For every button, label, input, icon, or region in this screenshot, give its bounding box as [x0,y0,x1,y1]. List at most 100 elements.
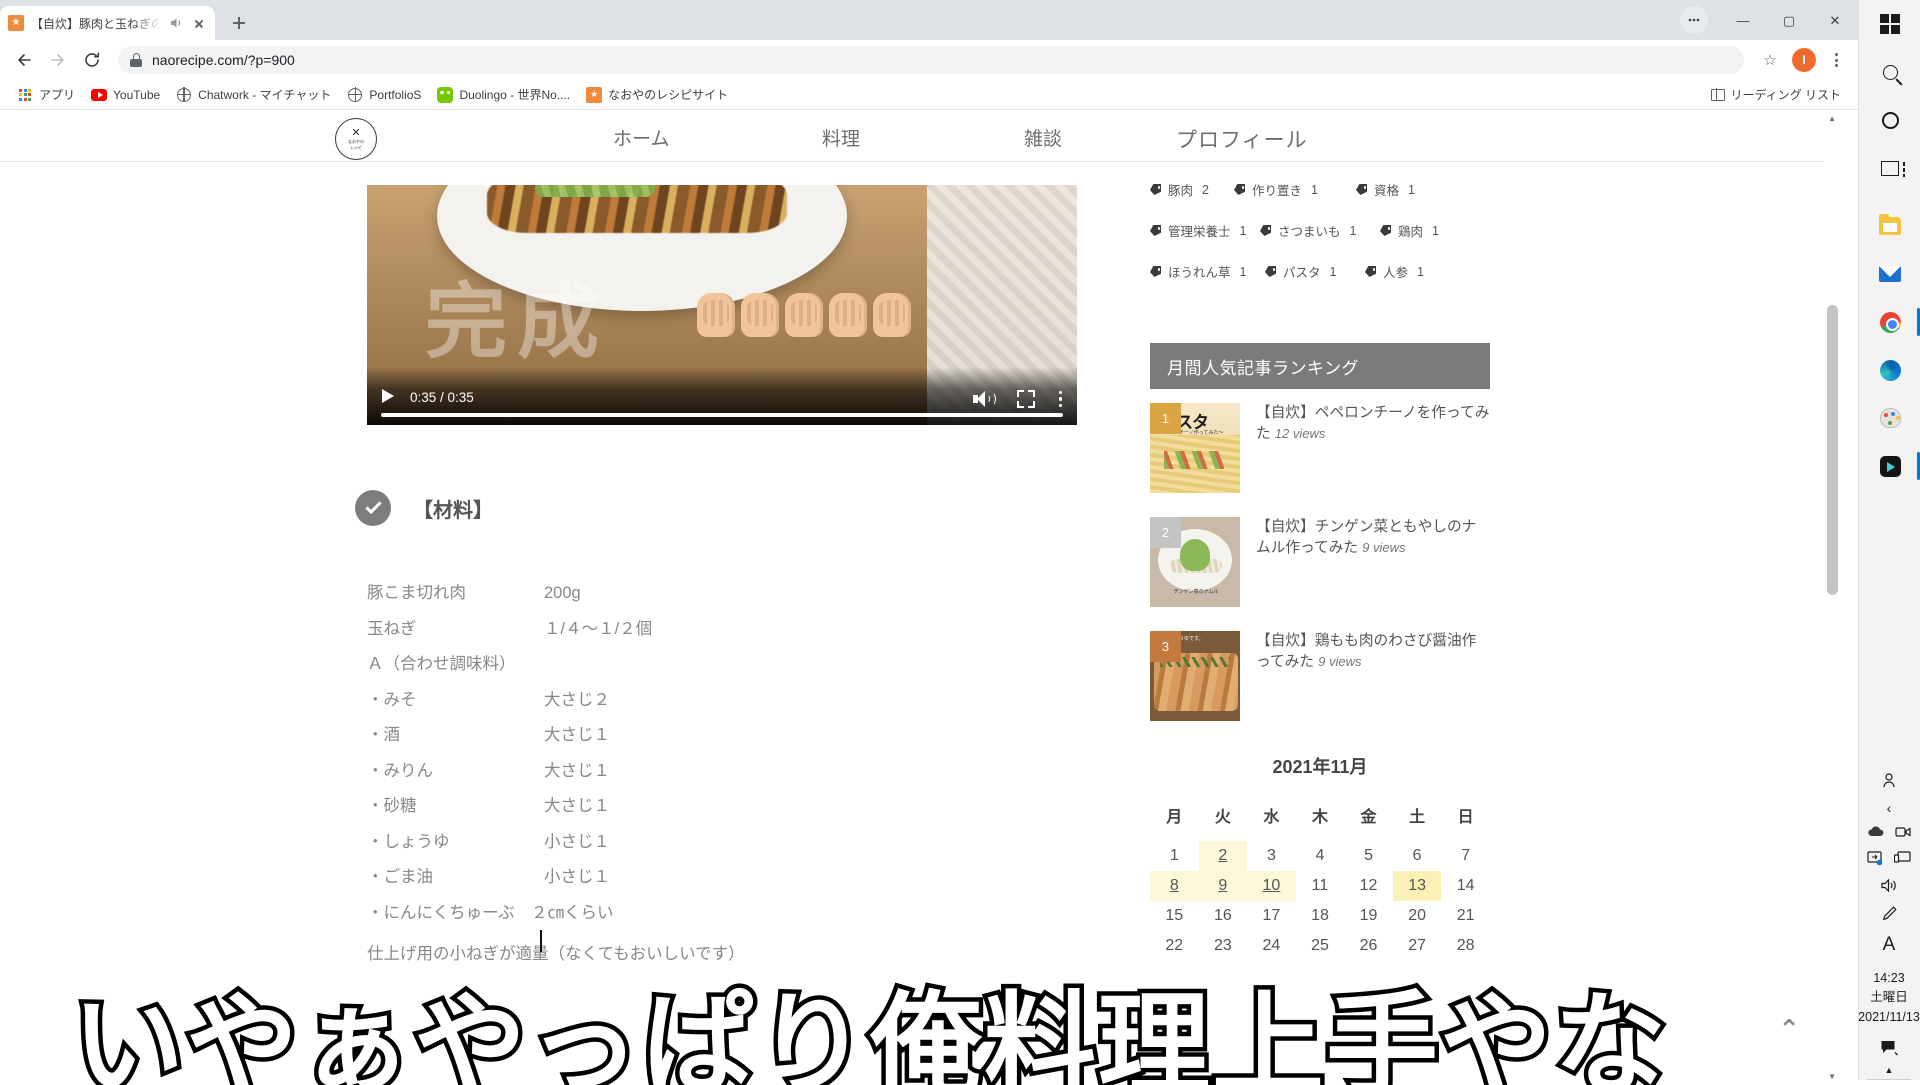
bookmark-star-button[interactable]: ☆ [1754,44,1786,76]
tag-icon [1150,266,1163,277]
ingredients-list: 豚こま切れ肉 200g 玉ねぎ １/４〜１/２個 Ａ（合わせ調味料） ・みそ 大… [367,585,987,964]
reload-button[interactable] [76,44,108,76]
calendar-weekday-row: 月 火 水 木 金 土 日 [1150,797,1490,841]
page-scrollbar-thumb[interactable] [1827,305,1838,595]
bookmark-chatwork[interactable]: Chatwork - マイチャット [169,82,338,107]
tab-audio-icon[interactable] [168,15,184,31]
calendar-day-link[interactable]: 8 [1150,871,1199,901]
start-button[interactable] [1859,0,1920,48]
video-player[interactable]: 完成 0:35 / 0:35 [367,185,1077,425]
browser-menu-button[interactable] [1822,46,1850,74]
ingredient-row: ・しょうゆ 小さじ１ [367,833,987,851]
browser-more-button[interactable] [1674,4,1720,36]
volume-icon[interactable] [1880,878,1899,895]
pen-icon[interactable] [1881,905,1898,924]
bookmark-youtube[interactable]: YouTube [84,83,167,107]
tag-item[interactable]: さつまいも 1 [1260,221,1380,240]
back-button[interactable] [8,44,40,76]
notifications-button[interactable] [1858,1033,1920,1065]
nav-item-ryori[interactable]: 料理 [822,124,860,151]
play-icon[interactable] [382,389,394,403]
calendar-day-link[interactable]: 2 [1198,841,1248,871]
address-bar[interactable]: naorecipe.com/?p=900 [118,46,1744,74]
page-sidebar: 豚肉 2 作り置き 1 資格 1 管理栄養士 1 さつまいも 1 鶏肉 1 ほうれん草 1 パ… [1150,174,1490,961]
tag-item[interactable]: 作り置き 1 [1234,180,1356,199]
ingredient-row: ・酒 大さじ１ [367,727,987,744]
ranking-item[interactable]: 鶏わさしょうゆです。 3 【自炊】鶏もも肉のわさび醤油作ってみた 9 views [1150,631,1490,721]
ranking-title[interactable]: 【自炊】チンゲン菜ともやしのナムル作ってみた 9 views [1256,517,1490,607]
calendar-week-row: 22 23 24 25 26 27 28 [1150,931,1490,961]
new-tab-button[interactable] [225,9,253,37]
scroll-to-top-button[interactable]: ⌃ [1778,1014,1800,1045]
chevron-left-icon[interactable]: ‹ [1887,801,1892,815]
mail-app-button[interactable] [1859,250,1920,298]
tag-item[interactable]: パスタ 1 [1265,262,1365,281]
calendar-day-link[interactable]: 10 [1247,871,1296,901]
fullscreen-icon[interactable] [1017,390,1035,408]
ingredient-row: ・みそ 大さじ２ [367,691,987,709]
calendar-day: 22 [1165,937,1184,954]
minimize-button[interactable]: — [1720,4,1766,36]
bookmark-apps[interactable]: アプリ [10,82,82,107]
ranking-item[interactable]: チンゲン菜のナムル 2 【自炊】チンゲン菜ともやしのナムル作ってみた 9 vie… [1150,517,1490,607]
video-more-icon[interactable] [1059,390,1063,408]
tab-strip: ★ 【自炊】豚肉と玉ねぎのみそ炒め — ▢ ✕ [0,0,1858,40]
tag-item[interactable]: 豚肉 2 [1150,180,1234,199]
close-window-button[interactable]: ✕ [1812,4,1858,36]
tag-item[interactable]: ほうれん草 1 [1150,262,1265,281]
tag-icon [1260,225,1273,236]
tab-close-icon[interactable] [191,15,207,31]
bookmark-label: Chatwork - マイチャット [198,88,332,102]
camera-icon[interactable] [1895,825,1911,841]
file-explorer-button[interactable] [1859,202,1920,250]
forward-button[interactable] [42,44,74,76]
ranking-views: 12 views [1274,426,1326,442]
namul-thumbnail: チンゲン菜のナムル 2 [1150,517,1240,607]
volume-icon[interactable] [973,390,996,408]
reading-list-button[interactable]: リーディング リスト [1704,82,1849,107]
cortana-button[interactable] [1859,96,1920,144]
paint-app-button[interactable] [1859,394,1920,442]
task-view-button[interactable] [1859,144,1920,192]
browser-tab[interactable]: ★ 【自炊】豚肉と玉ねぎのみそ炒め [0,6,215,40]
ingredient-name: ・砂糖 [367,797,417,815]
show-desktop-caret[interactable]: ▲ [1858,1065,1920,1079]
tag-item[interactable]: 資格 1 [1356,180,1415,199]
more-dots-icon [1680,6,1708,34]
nav-item-home[interactable]: ホーム [613,124,669,151]
calendar-day: 7 [1461,847,1471,864]
tag-item[interactable]: 人参 1 [1365,262,1424,281]
calendar-day-link[interactable]: 9 [1198,871,1248,901]
bookmark-duolingo[interactable]: Duolingo - 世界No.... [430,82,577,107]
ranking-title[interactable]: 【自炊】ペペロンチーノを作ってみた 12 views [1256,403,1490,493]
screen-share-icon[interactable] [1867,851,1884,868]
ingredient-name: ・ごま油 [367,868,433,886]
microsoft-edge-button[interactable] [1859,346,1920,394]
tag-item[interactable]: 鶏肉 1 [1380,221,1439,240]
bookmark-portfolios[interactable]: PortfolioS [340,83,428,107]
calendar-day: 18 [1311,907,1329,924]
clock-date: 2021/11/13 [1858,1009,1920,1024]
display-icon[interactable] [1893,851,1911,867]
google-chrome-button[interactable] [1859,298,1920,346]
bookmark-recipe-site[interactable]: ★ なおやのレシピサイト [579,82,735,107]
search-button[interactable] [1859,48,1920,96]
logo-line1: なおやの [348,138,364,144]
site-logo[interactable]: ✕ なおやの レシピ [335,118,377,160]
ranking-title[interactable]: 【自炊】鶏もも肉のわさび醤油作ってみた 9 views [1256,631,1490,721]
page-scrollbar[interactable]: ▲ ▼ [1824,110,1840,1085]
scroll-up-arrow[interactable]: ▲ [1828,114,1836,123]
maximize-button[interactable]: ▢ [1766,4,1812,36]
video-progress-bar[interactable] [381,413,1063,417]
nav-item-zatsudan[interactable]: 雑談 [1024,124,1062,151]
profile-button[interactable]: I [1788,44,1820,76]
clipchamp-app-button[interactable] [1859,442,1920,490]
ime-indicator[interactable]: A [1883,934,1896,956]
tag-item[interactable]: 管理栄養士 1 [1150,221,1260,240]
calendar-weekday: 月 [1166,809,1183,826]
tray-volume-row [1858,873,1920,900]
ranking-item[interactable]: パスタ 〜ペペロンチーノ作ってみた〜 1 【自炊】ペペロンチーノを作ってみた 1… [1150,403,1490,493]
people-icon[interactable] [1881,772,1898,791]
system-clock[interactable]: 14:23 土曜日 2021/11/13 [1858,961,1920,1033]
cloud-icon[interactable] [1867,825,1885,840]
